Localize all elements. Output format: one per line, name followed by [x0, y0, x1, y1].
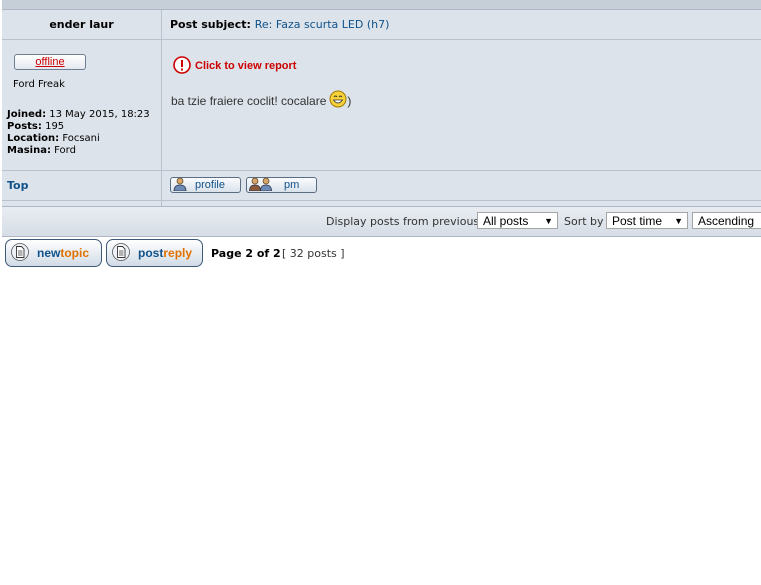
- sort-order-select[interactable]: Ascending: [692, 212, 761, 229]
- profile-info: Joined: 13 May 2015, 18:23 Posts: 195 Lo…: [7, 109, 150, 157]
- report-notice[interactable]: Click to view report: [173, 55, 296, 77]
- sort-by-label: Sort by: [564, 215, 604, 228]
- new-topic-button[interactable]: newtopic: [5, 239, 102, 267]
- profile-masina: Masina: Ford: [7, 145, 76, 156]
- document-icon: [112, 242, 130, 264]
- profile-button[interactable]: profile: [170, 177, 241, 193]
- post-subject: Post subject: Re: Faza scurta LED (h7): [170, 10, 389, 39]
- post-subject-label: Post subject:: [170, 18, 251, 31]
- post-body-text: ba tzie fraiere coclit! cocalare: [171, 93, 327, 108]
- top-link[interactable]: Top: [7, 179, 28, 192]
- post-reply-word2: reply: [163, 246, 193, 260]
- document-icon: [11, 242, 29, 264]
- posts-range-select[interactable]: All posts ▼: [477, 212, 558, 229]
- laughing-smiley-icon: [329, 90, 347, 111]
- sort-key-select[interactable]: Post time ▼: [606, 212, 688, 229]
- row-divider: [2, 170, 761, 171]
- row-divider: [2, 39, 761, 40]
- users-icon: [249, 177, 273, 194]
- post-subject-link[interactable]: Re: Faza scurta LED (h7): [255, 18, 390, 31]
- page-indicator: Page 2 of 2: [211, 247, 281, 260]
- display-options-bar: Display posts from previous: All posts ▼…: [2, 206, 761, 237]
- exclamation-icon: [173, 55, 191, 77]
- post-body-suffix: ): [347, 93, 352, 108]
- display-posts-label: Display posts from previous:: [326, 215, 483, 228]
- post-author[interactable]: ender laur: [2, 10, 161, 39]
- pm-button[interactable]: pm: [246, 177, 317, 193]
- profile-button-label: profile: [195, 179, 225, 191]
- dropdown-arrow-icon: ▼: [544, 216, 553, 226]
- dropdown-arrow-icon: ▼: [674, 216, 683, 226]
- row-divider: [2, 200, 761, 201]
- offline-status-button[interactable]: offline: [14, 54, 86, 70]
- new-topic-word1: new: [37, 246, 61, 260]
- user-rank: Ford Freak: [13, 79, 65, 90]
- post-reply-word1: post: [138, 246, 164, 260]
- pm-button-label: pm: [284, 179, 300, 191]
- post-count: [ 32 posts ]: [282, 247, 345, 260]
- post-reply-button[interactable]: postreply: [106, 239, 203, 267]
- post-panel: ender laur Post subject: Re: Faza scurta…: [2, 0, 761, 237]
- profile-location: Location: Focsani: [7, 133, 100, 144]
- report-link[interactable]: Click to view report: [195, 60, 296, 72]
- post-body: ba tzie fraiere coclit! cocalare ): [171, 90, 351, 111]
- post-top-bar: [2, 0, 761, 10]
- profile-posts: Posts: 195: [7, 121, 65, 132]
- user-icon: [173, 177, 187, 194]
- new-topic-word2: topic: [60, 246, 90, 260]
- profile-joined: Joined: 13 May 2015, 18:23: [7, 109, 150, 120]
